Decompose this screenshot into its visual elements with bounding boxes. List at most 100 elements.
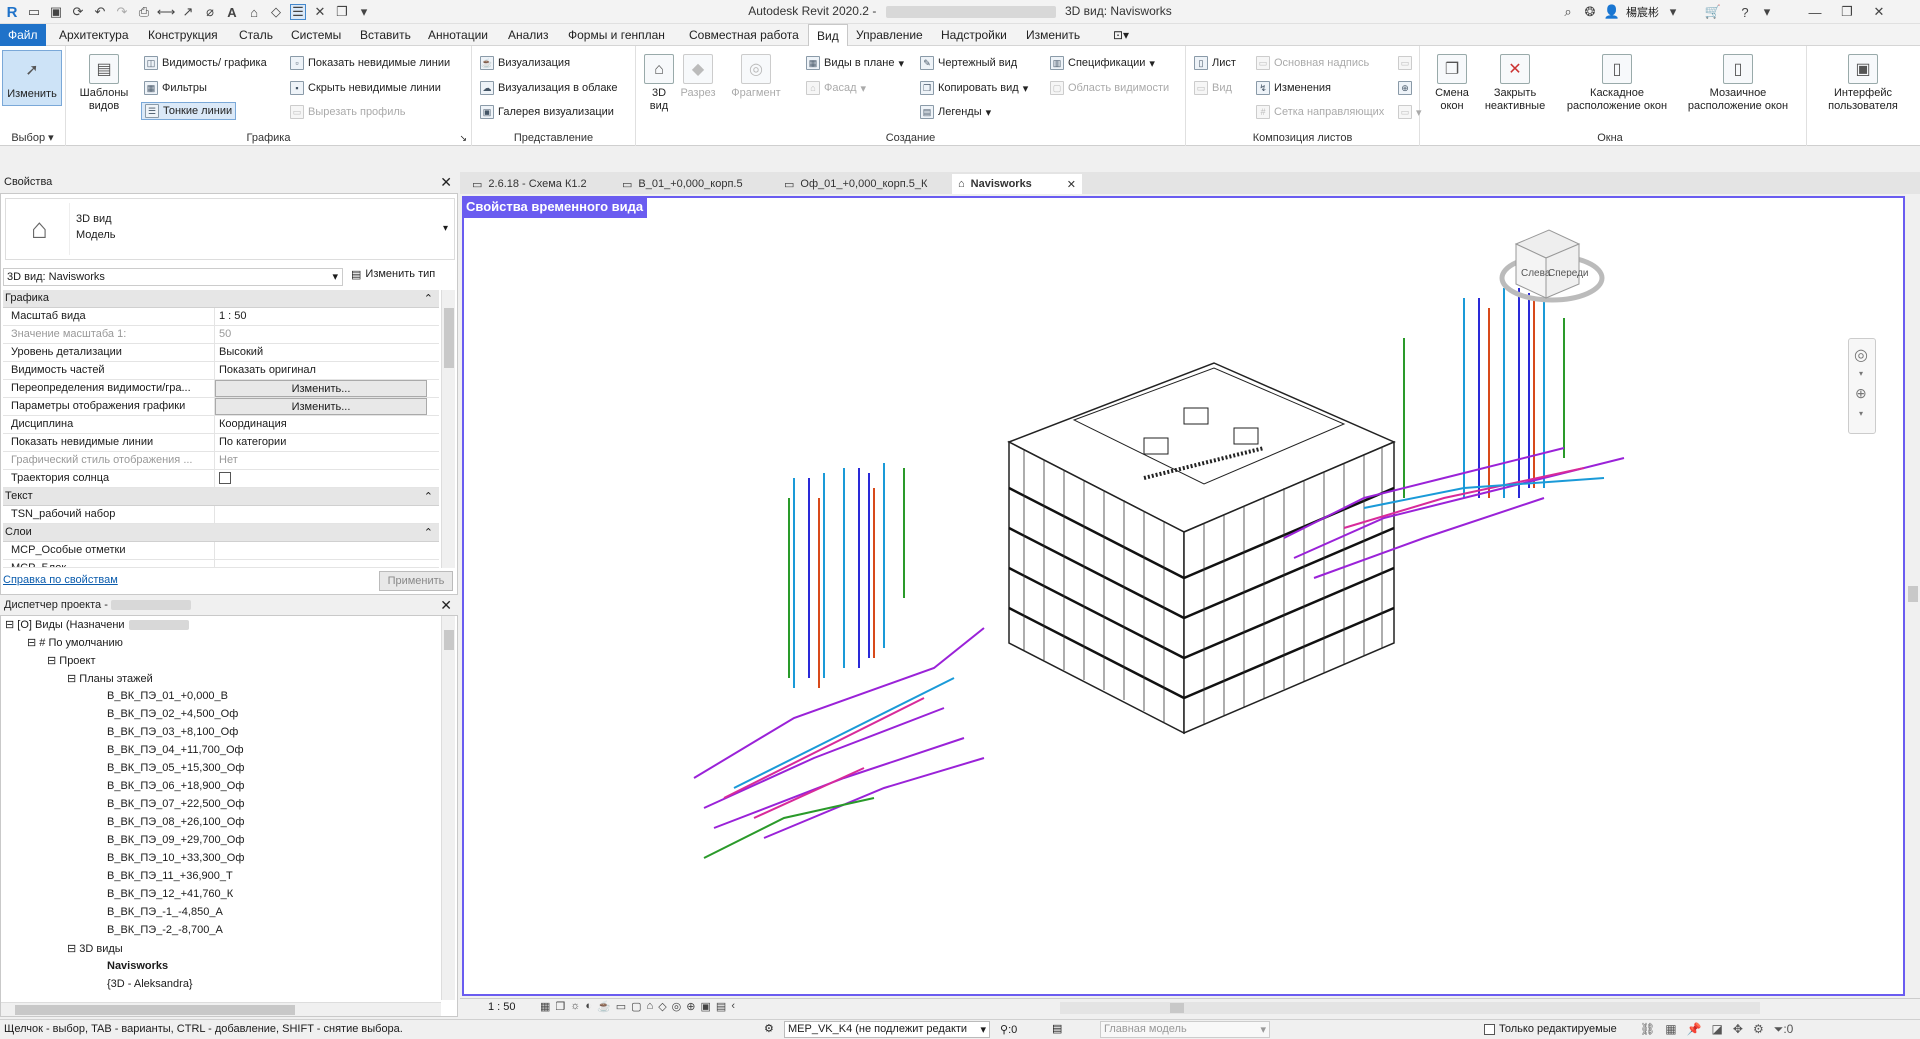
guide-grid-button[interactable]: # Сетка направляющих [1256,103,1384,121]
tree-item-plan[interactable]: В_ВК_ПЭ_11_+36,900_Т [107,870,233,882]
cloud-render-button[interactable]: ☁ Визуализация в облаке [480,79,618,97]
reveal-hidden-icon[interactable]: ◎ [672,1000,682,1013]
tree-item-3d-view[interactable]: {3D - Aleksandra} [107,978,193,990]
prop-row[interactable]: Траектория солнца [3,470,439,488]
canvas-vscrollbar[interactable] [1906,196,1920,996]
vg-overrides-edit-button[interactable]: Изменить... [215,380,427,397]
background-process-icon[interactable]: ⚙ [1753,1022,1764,1037]
prop-row[interactable]: TSN_рабочий набор [3,506,439,524]
highlight-displacement-icon[interactable]: ▤ [716,1000,726,1013]
select-underlay-icon[interactable]: ▦ [1665,1022,1676,1037]
tab-architecture[interactable]: Архитектура [51,24,137,46]
thin-lines-button[interactable]: ☰ Тонкие линии [141,102,237,120]
tree-item-plan[interactable]: В_ВК_ПЭ_12_+41,760_К [107,888,233,900]
tab-annotate[interactable]: Аннотации [420,24,496,46]
view-tab[interactable]: ▭ В_01_+0,000_корп.5 [616,174,749,194]
tree-node-floor-plans[interactable]: ⊟ Планы этажей [67,672,153,685]
section-layers[interactable]: Слои ⌃ [3,524,439,542]
tree-item-3d-view[interactable]: Navisworks [107,960,168,972]
scroll-thumb[interactable] [444,308,454,368]
cart-icon[interactable]: 🛒 [1705,4,1721,20]
filter-icon[interactable]: ⏷:0 [1774,1022,1794,1037]
prop-row[interactable]: Параметры отображения графики Изменить... [3,398,439,416]
drawing-canvas[interactable]: Слева Спереди ◎ ▾ ⊕ ▾ [462,196,1905,996]
tab-collaborate[interactable]: Совместная работа [681,24,807,46]
tab-structure[interactable]: Конструкция [140,24,226,46]
autodesk-icon[interactable]: ❂ [1582,4,1598,20]
user-interface-button[interactable]: ▣ Интерфейс пользователя [1811,54,1915,113]
minimize-icon[interactable]: — [1807,4,1823,20]
modify-button[interactable]: ➚ Изменить [2,50,62,106]
scroll-thumb[interactable] [444,630,454,650]
temporary-view-properties-banner[interactable]: Свойства временного вида [462,196,648,218]
group-label-select[interactable]: Выбор ▾ [0,131,65,144]
section-button[interactable]: ◆ Разрез [678,54,718,100]
close-inactive-button[interactable]: ✕ Закрыть неактивные [1480,54,1550,113]
user-icon[interactable]: 👤 [1604,4,1620,20]
tree-item-plan[interactable]: В_ВК_ПЭ_01_+0,000_В [107,690,228,702]
show-hidden-lines-button[interactable]: ▫ Показать невидимые линии [290,54,450,72]
tab-addins[interactable]: Надстройки [933,24,1015,46]
revisions-button[interactable]: ↯ Изменения [1256,79,1331,97]
prop-row[interactable]: Уровень детализации Высокий [3,344,439,362]
prop-row[interactable]: MCP_Блок [3,560,439,568]
sun-path-icon[interactable]: ☼ [570,1000,580,1013]
scroll-thumb[interactable] [1908,586,1918,602]
user-menu-icon[interactable]: ▾ [1665,4,1681,20]
detail-level-icon[interactable]: ▦ [540,1000,550,1013]
cube-face-front[interactable]: Спереди [1548,268,1589,279]
select-links-icon[interactable]: ⛓ [1640,1022,1655,1037]
user-name[interactable]: 楊宸彬 [1626,4,1659,20]
prop-row[interactable]: Масштаб вида 1 : 50 [3,308,439,326]
canvas-hscrollbar[interactable] [1060,1002,1760,1014]
temp-hide-icon[interactable]: ◇ [658,1000,666,1013]
dropdown-icon[interactable]: ▾ [1859,409,1863,418]
3d-view-button[interactable]: ⌂ 3D вид [642,54,676,113]
close-window-icon[interactable]: ✕ [1871,4,1887,20]
dropdown-icon[interactable]: ▾ [1859,369,1863,378]
tree-item-plan[interactable]: В_ВК_ПЭ_10_+33,300_Оф [107,852,244,864]
tile-windows-button[interactable]: ▯ Мозаичное расположение окон [1682,54,1794,113]
dialog-launcher-icon[interactable]: ↘ [459,133,467,144]
browser-scrollbar[interactable] [441,616,455,1000]
tab-modify[interactable]: Изменить [1018,24,1088,46]
prop-row[interactable]: Переопределения видимости/гра... Изменить… [3,380,439,398]
sheet-button[interactable]: ▯ Лист [1194,54,1236,72]
browser-hscrollbar[interactable] [1,1002,441,1016]
switch-windows-button[interactable]: ❐ Смена окон [1432,54,1472,113]
tab-file[interactable]: Файл [0,24,46,46]
apply-button[interactable]: Применить [379,571,453,591]
section-text[interactable]: Текст ⌃ [3,488,439,506]
tab-systems[interactable]: Системы [283,24,349,46]
tree-item-plan[interactable]: В_ВК_ПЭ_-2_-8,700_А [107,924,223,936]
tab-massing[interactable]: Формы и генплан [560,24,673,46]
tab-close-icon[interactable]: ✕ [1067,178,1076,191]
render-button[interactable]: ☕ Визуализация [480,54,570,72]
prop-row[interactable]: Дисциплина Координация [3,416,439,434]
render-dialog-icon[interactable]: ☕ [597,1000,611,1013]
render-gallery-button[interactable]: ▣ Галерея визуализации [480,103,614,121]
properties-close-icon[interactable]: ✕ [440,174,452,191]
properties-scrollbar[interactable] [441,290,455,568]
prop-row[interactable]: MCP_Особые отметки [3,542,439,560]
tree-item-plan[interactable]: В_ВК_ПЭ_04_+11,700_Оф [107,744,244,756]
left-riser-system[interactable] [693,463,985,859]
view-tab[interactable]: ▭ 2.6.18 - Схема К1.2 [466,174,593,194]
callout-button[interactable]: ◎ Фрагмент [726,54,786,100]
collapse-bar-icon[interactable]: ‹ [731,1000,735,1013]
editable-only-checkbox[interactable] [1484,1023,1495,1035]
active-workset-select[interactable]: MEP_VK_K4 (не подлежит редакти ▾ [784,1021,990,1038]
model-view[interactable]: Слева Спереди [464,198,1903,994]
plan-views-button[interactable]: ▦ Виды в плане ▾ [806,54,904,72]
cut-profile-button[interactable]: ▭ Вырезать профиль [290,103,406,121]
tree-node-3d-views[interactable]: ⊟ 3D виды [67,942,123,955]
drafting-view-button[interactable]: ✎ Чертежный вид [920,54,1017,72]
help-icon[interactable]: ? [1737,4,1753,20]
scale-value[interactable]: 1 : 50 [488,1001,516,1013]
instance-selector[interactable]: 3D вид: Navisworks ▾ [3,268,343,286]
duplicate-view-button[interactable]: ❐ Копировать вид ▾ [920,79,1028,97]
view-templates-button[interactable]: ▤ Шаблоны видов [74,54,134,113]
section-graphics[interactable]: Графика ⌃ [3,290,439,308]
filters-button[interactable]: ▦ Фильтры [144,79,207,97]
help-menu-icon[interactable]: ▾ [1759,4,1775,20]
